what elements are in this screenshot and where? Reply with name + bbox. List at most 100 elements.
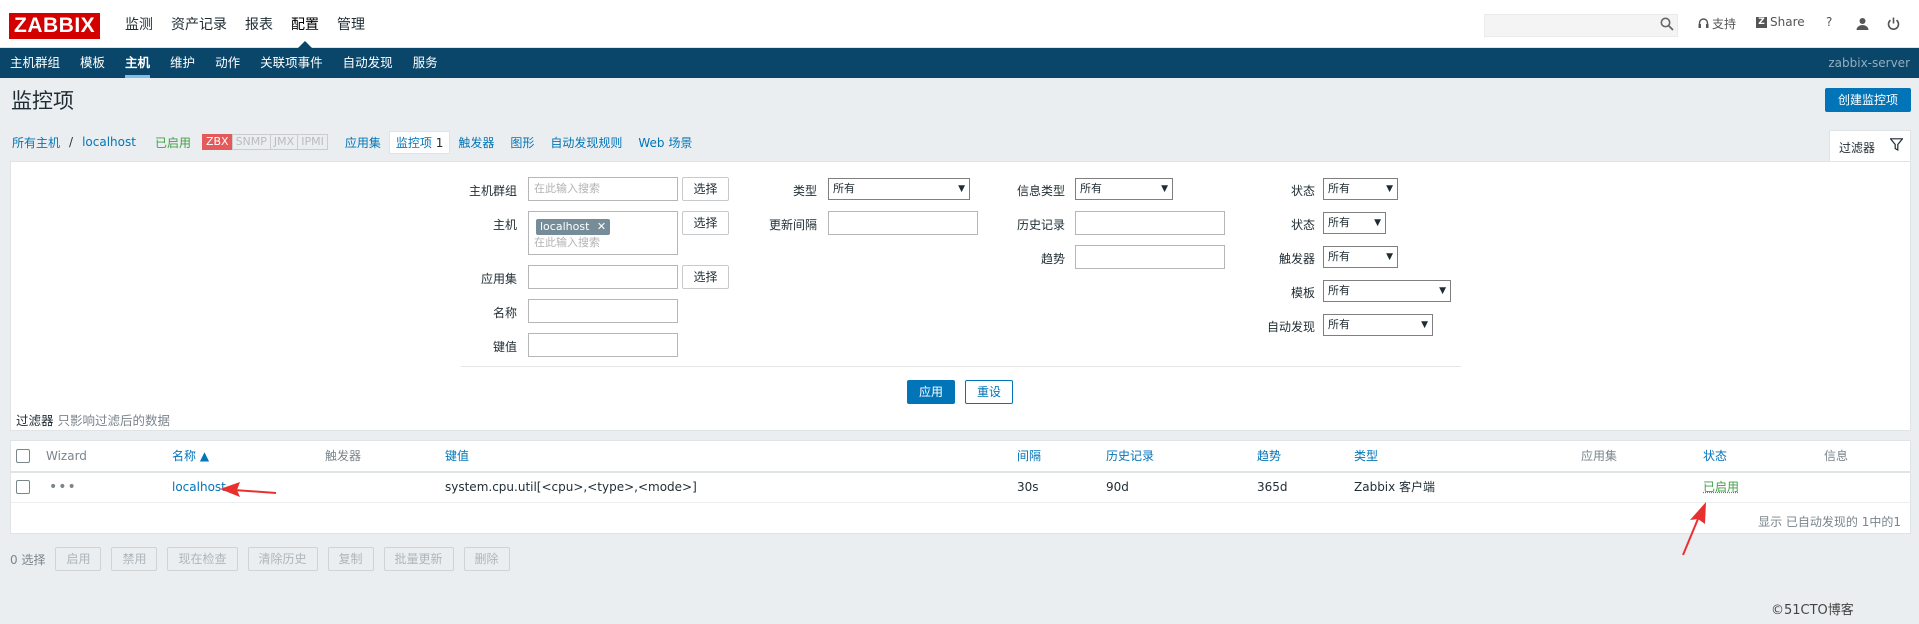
column-header-history[interactable]: 历史记录: [1106, 441, 1154, 471]
column-header-wizard: Wizard: [46, 449, 87, 463]
info-type-select[interactable]: 所有 ▼: [1075, 178, 1173, 200]
main-nav-reports[interactable]: 报表: [236, 0, 282, 48]
key-input[interactable]: [528, 333, 678, 357]
tab-web-scenarios[interactable]: Web 场景: [630, 132, 700, 153]
breadcrumb-all-hosts[interactable]: 所有主机: [12, 134, 60, 151]
filter-note: 过滤器 只影响过滤后的数据: [16, 410, 170, 429]
sub-nav-event-correlation[interactable]: 关联项事件: [250, 48, 333, 78]
application-input[interactable]: [528, 265, 678, 289]
host-group-label: 主机群组: [468, 184, 517, 198]
application-select-button[interactable]: 选择: [682, 265, 729, 289]
watermark: ©51CTO博客: [1771, 603, 1854, 618]
host-enabled-status[interactable]: 已启用: [155, 134, 191, 151]
filter-tab[interactable]: 过滤器: [1829, 130, 1911, 161]
remove-icon[interactable]: ✕: [597, 220, 606, 233]
main-nav: 监测 资产记录 报表 配置 管理: [116, 0, 374, 48]
tab-items-count: 1: [435, 135, 444, 150]
share-label: Share: [1770, 15, 1805, 29]
global-search-input[interactable]: [1484, 14, 1678, 37]
sub-nav-maintenance[interactable]: 维护: [160, 48, 205, 78]
row-name-link[interactable]: localhost: [172, 473, 226, 502]
main-nav-configuration[interactable]: 配置: [282, 0, 328, 48]
column-header-type[interactable]: 类型: [1354, 441, 1378, 471]
row-status-toggle[interactable]: 已启用: [1703, 473, 1739, 502]
dots-icon: •••: [49, 479, 77, 495]
tag-jmx: JMX: [269, 134, 299, 150]
sign-out-icon[interactable]: [1887, 17, 1900, 30]
tab-triggers[interactable]: 触发器: [450, 132, 502, 153]
apply-filter-button[interactable]: 应用: [907, 380, 955, 404]
sub-nav-discovery[interactable]: 自动发现: [333, 48, 403, 78]
main-nav-monitoring[interactable]: 监测: [116, 0, 162, 48]
column-header-interval[interactable]: 间隔: [1017, 441, 1041, 471]
update-interval-input[interactable]: [828, 211, 978, 235]
select-all-checkbox[interactable]: [16, 449, 30, 463]
zabbix-logo[interactable]: ZABBIX: [9, 13, 101, 39]
status-select[interactable]: 所有 ▼: [1323, 212, 1386, 234]
enable-button[interactable]: 启用: [55, 547, 102, 571]
column-header-key[interactable]: 键值: [445, 441, 469, 471]
sub-nav-hosts[interactable]: 主机: [115, 48, 160, 78]
page-title: 监控项: [11, 89, 74, 113]
disable-button[interactable]: 禁用: [111, 547, 158, 571]
filter-tab-label: 过滤器: [1839, 141, 1876, 155]
wizard-menu-icon[interactable]: •••: [49, 473, 77, 502]
share-link[interactable]: Z Share: [1756, 15, 1805, 29]
clear-history-button[interactable]: 清除历史: [247, 547, 318, 571]
top-header: ZABBIX 监测 资产记录 报表 配置 管理 支持 Z Share ?: [0, 0, 1919, 48]
column-header-status[interactable]: 状态: [1703, 441, 1727, 471]
column-header-name[interactable]: 名称 ▲: [172, 441, 209, 471]
reset-filter-button[interactable]: 重设: [965, 380, 1013, 404]
funnel-icon: [1890, 138, 1903, 151]
tab-discovery-rules[interactable]: 自动发现规则: [542, 132, 630, 153]
copy-button[interactable]: 复制: [327, 547, 374, 571]
delete-button[interactable]: 删除: [463, 547, 510, 571]
history-input[interactable]: [1075, 211, 1225, 235]
table-footer: 显示 已自动发现的 1中的1: [1758, 515, 1901, 529]
history-label: 历史记录: [1016, 218, 1065, 232]
sub-nav: 主机群组 模板 主机 维护 动作 关联项事件 自动发现 服务: [0, 48, 448, 78]
name-input[interactable]: [528, 299, 678, 323]
host-group-input[interactable]: 在此输入搜索: [528, 177, 678, 201]
host-chip[interactable]: localhost ✕: [536, 219, 611, 235]
name-label: 名称: [492, 306, 517, 320]
sub-nav-templates[interactable]: 模板: [70, 48, 115, 78]
host-group-select-button[interactable]: 选择: [682, 177, 729, 201]
host-label: 主机: [492, 218, 517, 232]
main-nav-administration[interactable]: 管理: [328, 0, 374, 48]
triggers-select[interactable]: 所有 ▼: [1323, 246, 1398, 268]
tab-graphs[interactable]: 图形: [502, 132, 542, 153]
mass-update-button[interactable]: 批量更新: [383, 547, 454, 571]
host-select-button[interactable]: 选择: [682, 211, 729, 235]
sub-nav-services[interactable]: 服务: [403, 48, 448, 78]
tab-items[interactable]: 监控项 1: [388, 130, 451, 154]
sub-nav-host-groups[interactable]: 主机群组: [0, 48, 70, 78]
type-select[interactable]: 所有 ▼: [828, 178, 970, 200]
discovery-select[interactable]: 所有 ▼: [1323, 314, 1433, 336]
chevron-down-icon: ▼: [1439, 286, 1446, 296]
selected-count: 0 选择: [10, 552, 46, 567]
state-select[interactable]: 所有 ▼: [1323, 178, 1398, 200]
help-icon[interactable]: ?: [1826, 15, 1832, 29]
header-divider: [11, 471, 1910, 473]
search-icon[interactable]: [1660, 17, 1674, 31]
support-link[interactable]: 支持: [1698, 15, 1736, 32]
breadcrumb-host[interactable]: localhost: [82, 135, 136, 149]
host-search-placeholder[interactable]: 在此输入搜索: [534, 234, 600, 250]
create-item-button[interactable]: 创建监控项: [1825, 88, 1911, 112]
main-nav-inventory[interactable]: 资产记录: [162, 0, 236, 48]
row-checkbox[interactable]: [16, 480, 30, 494]
user-profile-icon[interactable]: [1856, 17, 1869, 30]
check-now-button[interactable]: 现在检查: [167, 547, 238, 571]
sub-nav-actions[interactable]: 动作: [205, 48, 250, 78]
template-select[interactable]: 所有 ▼: [1323, 280, 1451, 302]
availability-tags: ZBX SNMP JMX IPMI: [201, 134, 328, 150]
row-type: Zabbix 客户端: [1354, 480, 1436, 494]
chevron-down-icon: ▼: [958, 184, 965, 194]
column-header-trends[interactable]: 趋势: [1257, 441, 1281, 471]
triggers-filter-label: 触发器: [1278, 252, 1315, 266]
tab-applications[interactable]: 应用集: [337, 132, 389, 153]
template-label: 模板: [1290, 286, 1315, 300]
share-icon: Z: [1756, 16, 1767, 28]
trends-input[interactable]: [1075, 245, 1225, 269]
